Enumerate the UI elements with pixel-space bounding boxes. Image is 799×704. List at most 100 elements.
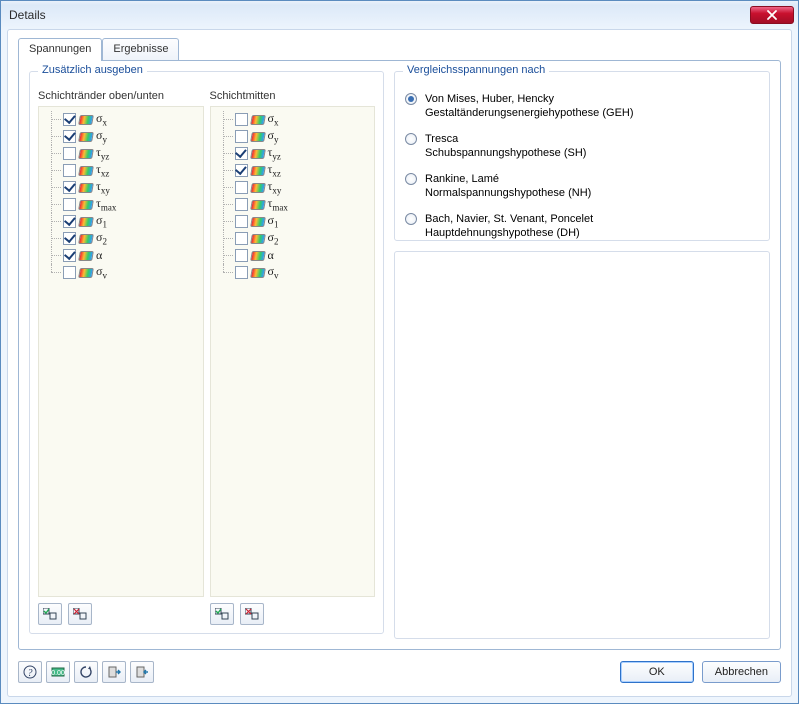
checkbox[interactable] bbox=[235, 198, 248, 211]
tree-schichtmitten[interactable]: σxσyτyzτxzτxyτmaxσ1σ2 ασv bbox=[210, 106, 376, 597]
group-vergleichsspannungen: Vergleichsspannungen nach Von Mises, Hub… bbox=[394, 71, 770, 241]
symbol-label: α bbox=[268, 248, 274, 263]
tree-row[interactable]: σ2 bbox=[41, 230, 201, 247]
checkbox[interactable] bbox=[235, 181, 248, 194]
layer-icon bbox=[78, 183, 94, 193]
ok-button[interactable]: OK bbox=[620, 661, 694, 683]
tree-row[interactable]: σy bbox=[41, 128, 201, 145]
checkbox[interactable] bbox=[63, 266, 76, 279]
checkbox[interactable] bbox=[63, 113, 76, 126]
tree-row[interactable]: τxz bbox=[41, 162, 201, 179]
tree-row[interactable]: σy bbox=[213, 128, 373, 145]
tree-schichtraender[interactable]: σxσyτyzτxzτxyτmaxσ1σ2 ασv bbox=[38, 106, 204, 597]
symbol-label: σx bbox=[96, 111, 107, 127]
tab-ergebnisse[interactable]: Ergebnisse bbox=[102, 38, 179, 60]
select-all-button[interactable] bbox=[38, 603, 62, 625]
checkbox[interactable] bbox=[63, 147, 76, 160]
units-button[interactable]: 0.00 bbox=[46, 661, 70, 683]
checkbox[interactable] bbox=[63, 181, 76, 194]
checkbox[interactable] bbox=[63, 164, 76, 177]
tab-panel: Zusätzlich ausgeben Schichtränder oben/u… bbox=[18, 60, 781, 650]
help-button[interactable]: ? bbox=[18, 661, 42, 683]
symbol-label: τyz bbox=[96, 145, 109, 161]
radio[interactable] bbox=[405, 93, 417, 105]
tree-row[interactable]: τyz bbox=[41, 145, 201, 162]
symbol-label: σ2 bbox=[268, 230, 279, 246]
tree-row[interactable]: σ1 bbox=[213, 213, 373, 230]
layer-icon bbox=[250, 115, 266, 125]
tree-row[interactable]: σv bbox=[41, 264, 201, 281]
deselect-all-icon bbox=[245, 608, 259, 620]
group-zusaetzlich-ausgeben: Zusätzlich ausgeben Schichtränder oben/u… bbox=[29, 71, 384, 634]
dialog-buttons: OK Abbrechen bbox=[620, 661, 781, 683]
group-legend: Vergleichsspannungen nach bbox=[403, 64, 549, 76]
tree-row[interactable]: σx bbox=[213, 111, 373, 128]
radio[interactable] bbox=[405, 173, 417, 185]
checkbox[interactable] bbox=[63, 130, 76, 143]
close-icon bbox=[767, 10, 777, 20]
tree-row[interactable]: τyz bbox=[213, 145, 373, 162]
layer-icon bbox=[78, 200, 94, 210]
checkbox[interactable] bbox=[63, 198, 76, 211]
tree-row[interactable]: α bbox=[213, 247, 373, 264]
radio-option[interactable]: Bach, Navier, St. Venant, PonceletHauptd… bbox=[403, 208, 761, 248]
symbol-label: τxy bbox=[268, 179, 282, 195]
radio-label: Rankine, LaméNormalspannungshypothese (N… bbox=[425, 172, 591, 200]
dialog-window: Details Spannungen Ergebnisse Zusätzlich… bbox=[0, 0, 799, 704]
tab-spannungen[interactable]: Spannungen bbox=[18, 38, 102, 60]
tree-row[interactable]: σx bbox=[41, 111, 201, 128]
tree-row[interactable]: α bbox=[41, 247, 201, 264]
radio-label: TrescaSchubspannungshypothese (SH) bbox=[425, 132, 586, 160]
close-button[interactable] bbox=[750, 6, 794, 24]
import-button[interactable] bbox=[102, 661, 126, 683]
checkbox[interactable] bbox=[235, 215, 248, 228]
cancel-button[interactable]: Abbrechen bbox=[702, 661, 781, 683]
bottom-bar: ? 0.00 OK Abbrechen bbox=[18, 658, 781, 686]
tree-row[interactable]: τxy bbox=[41, 179, 201, 196]
symbol-label: σ2 bbox=[96, 230, 107, 246]
window-title: Details bbox=[9, 8, 750, 22]
checkbox[interactable] bbox=[235, 249, 248, 262]
symbol-label: σv bbox=[96, 264, 107, 280]
symbol-label: τxz bbox=[268, 162, 281, 178]
symbol-label: τxz bbox=[96, 162, 109, 178]
export-button[interactable] bbox=[130, 661, 154, 683]
layer-icon bbox=[78, 132, 94, 142]
checkbox[interactable] bbox=[235, 266, 248, 279]
tree-row[interactable]: τmax bbox=[41, 196, 201, 213]
checkbox[interactable] bbox=[63, 232, 76, 245]
tree-row[interactable]: τxy bbox=[213, 179, 373, 196]
select-all-button[interactable] bbox=[210, 603, 234, 625]
col-header: Schichtmitten bbox=[210, 88, 376, 106]
radio[interactable] bbox=[405, 213, 417, 225]
checkbox[interactable] bbox=[235, 130, 248, 143]
radio-option[interactable]: Rankine, LaméNormalspannungshypothese (N… bbox=[403, 168, 761, 208]
deselect-all-button[interactable] bbox=[240, 603, 264, 625]
checkbox[interactable] bbox=[235, 147, 248, 160]
radio-label: Von Mises, Huber, HenckyGestaltänderungs… bbox=[425, 92, 634, 120]
svg-text:0.00: 0.00 bbox=[51, 670, 65, 677]
tree-row[interactable]: σv bbox=[213, 264, 373, 281]
tree-row[interactable]: τxz bbox=[213, 162, 373, 179]
radio[interactable] bbox=[405, 133, 417, 145]
reset-button[interactable] bbox=[74, 661, 98, 683]
checkbox[interactable] bbox=[235, 164, 248, 177]
empty-panel bbox=[394, 251, 770, 639]
symbol-label: τyz bbox=[268, 145, 281, 161]
checkbox[interactable] bbox=[235, 232, 248, 245]
layer-icon bbox=[250, 132, 266, 142]
tree-row[interactable]: τmax bbox=[213, 196, 373, 213]
deselect-all-button[interactable] bbox=[68, 603, 92, 625]
checkbox[interactable] bbox=[235, 113, 248, 126]
layer-icon bbox=[250, 217, 266, 227]
layer-icon bbox=[78, 251, 94, 261]
tree-row[interactable]: σ2 bbox=[213, 230, 373, 247]
symbol-label: α bbox=[96, 248, 102, 263]
radio-option[interactable]: TrescaSchubspannungshypothese (SH) bbox=[403, 128, 761, 168]
tabs: Spannungen Ergebnisse bbox=[18, 38, 179, 60]
radio-option[interactable]: Von Mises, Huber, HenckyGestaltänderungs… bbox=[403, 88, 761, 128]
layer-icon bbox=[250, 166, 266, 176]
tree-row[interactable]: σ1 bbox=[41, 213, 201, 230]
checkbox[interactable] bbox=[63, 215, 76, 228]
checkbox[interactable] bbox=[63, 249, 76, 262]
